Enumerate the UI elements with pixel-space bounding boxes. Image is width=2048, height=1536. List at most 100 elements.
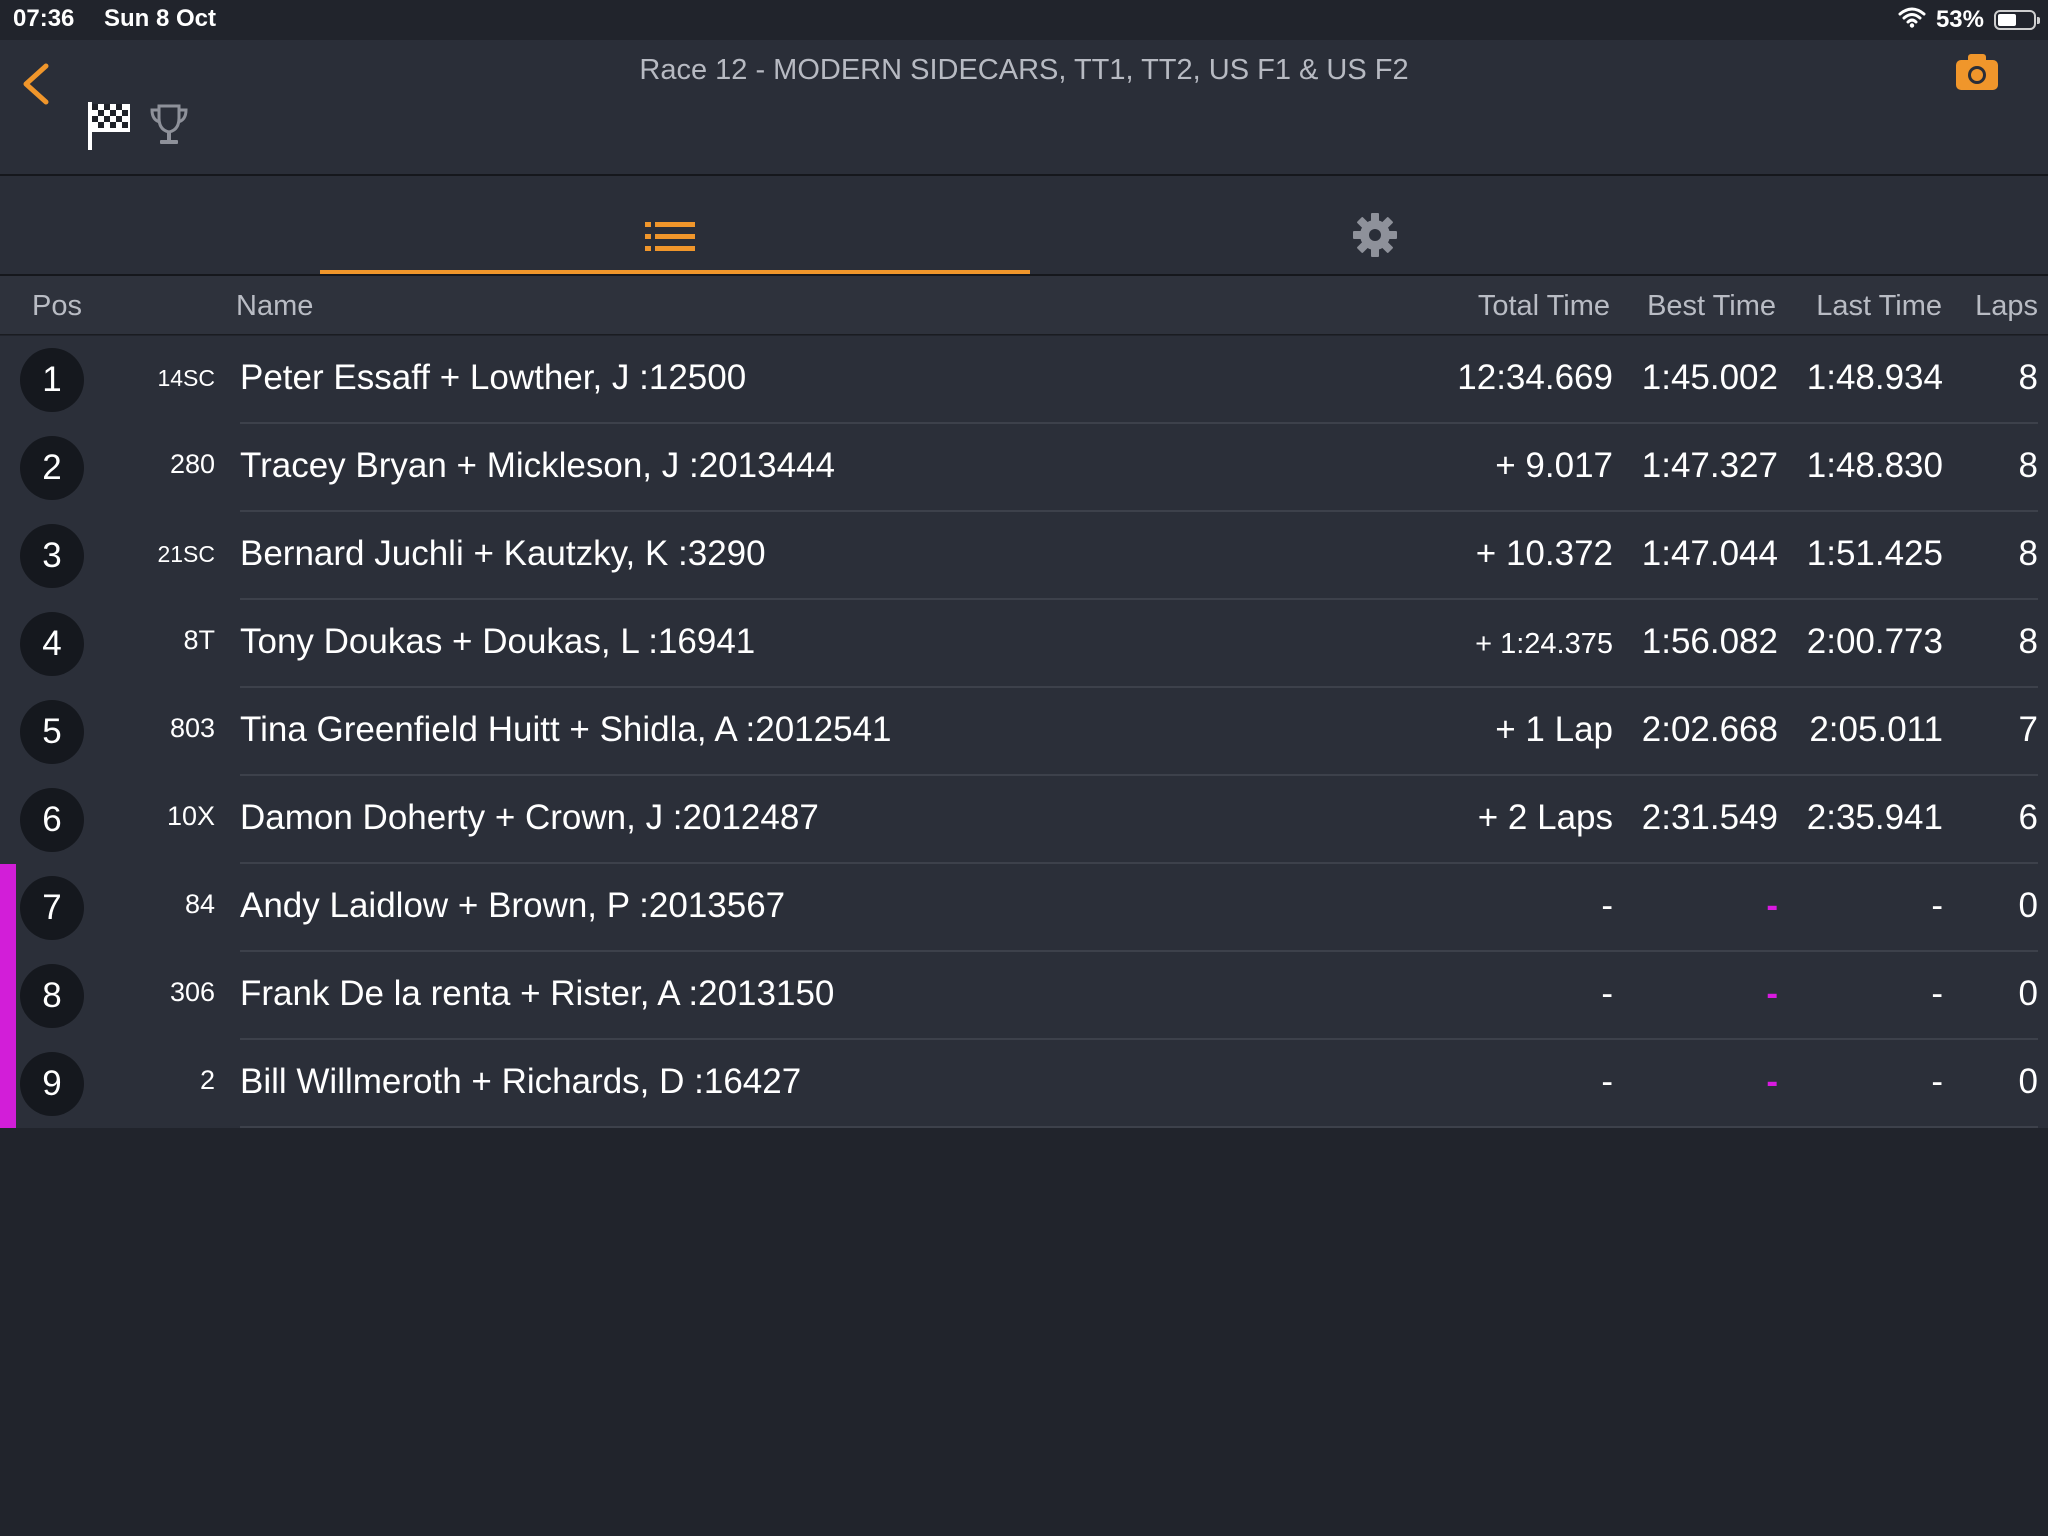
position-badge: 6 <box>20 788 84 852</box>
column-header-pos[interactable]: Pos <box>32 290 82 323</box>
total-time: - <box>1601 886 1613 925</box>
trophy-icon[interactable] <box>148 102 190 148</box>
best-time: 1:47.044 <box>1641 534 1778 573</box>
last-time: - <box>1931 1062 1943 1101</box>
active-tab-indicator <box>320 270 1030 274</box>
car-number: 21SC <box>157 541 215 567</box>
wifi-icon <box>1898 6 1926 35</box>
result-row[interactable]: 7 84 Andy Laidlow + Brown, P :2013567 - - - 0 <box>0 864 2048 952</box>
car-number: 803 <box>169 713 215 743</box>
row-divider <box>240 1126 2038 1128</box>
total-time: 12:34.669 <box>1457 358 1613 397</box>
status-indicators: 53% <box>1898 5 2040 35</box>
status-stripe <box>0 952 16 1040</box>
competitor-name: Bill Willmeroth + Richards, D :16427 <box>240 1062 802 1101</box>
best-time: 1:56.082 <box>1641 622 1778 661</box>
laps-count: 8 <box>2018 446 2038 485</box>
position-badge: 7 <box>20 876 84 940</box>
laps-count: 0 <box>2018 886 2038 925</box>
gear-icon <box>1353 213 1397 257</box>
best-time: - <box>1766 886 1778 925</box>
status-date: Sun 8 Oct <box>104 5 217 32</box>
total-time: + 1 Lap <box>1495 710 1613 749</box>
result-row[interactable]: 2 280 Tracey Bryan + Mickleson, J :2013444… <box>0 424 2048 512</box>
battery-percent: 53% <box>1935 6 1984 33</box>
laps-count: 0 <box>2018 974 2038 1013</box>
result-row[interactable]: 5 803 Tina Greenfield Huitt + Shidla, A :2… <box>0 688 2048 776</box>
car-number: 280 <box>169 449 215 479</box>
status-stripe <box>0 864 16 952</box>
tab-bar <box>0 176 2048 276</box>
best-time: - <box>1766 1062 1778 1101</box>
position-badge: 5 <box>20 700 84 764</box>
competitor-name: Peter Essaff + Lowther, J :12500 <box>240 358 747 397</box>
best-time: 2:02.668 <box>1641 710 1778 749</box>
status-stripe <box>0 1040 16 1128</box>
total-time: - <box>1601 974 1613 1013</box>
competitor-name: Frank De la renta + Rister, A :2013150 <box>240 974 835 1013</box>
competitor-name: Bernard Juchli + Kautzky, K :3290 <box>240 534 766 573</box>
competitor-name: Tony Doukas + Doukas, L :16941 <box>240 622 756 661</box>
total-time: + 10.372 <box>1475 534 1613 573</box>
last-time: - <box>1931 974 1943 1013</box>
laps-count: 8 <box>2018 358 2038 397</box>
last-time: 2:00.773 <box>1806 622 1943 661</box>
last-time: 1:48.934 <box>1806 358 1943 397</box>
laps-count: 6 <box>2018 798 2038 837</box>
result-row[interactable]: 1 14SC Peter Essaff + Lowther, J :12500 12:… <box>0 336 2048 424</box>
navigation-bar: Race 12 - MODERN SIDECARS, TT1, TT2, US … <box>0 40 2048 176</box>
laps-count: 7 <box>2018 710 2038 749</box>
car-number: 8T <box>183 625 215 655</box>
best-time: - <box>1766 974 1778 1013</box>
result-row[interactable]: 9 2 Bill Willmeroth + Richards, D :16427 - -… <box>0 1040 2048 1128</box>
tab-results-list[interactable] <box>320 176 1030 274</box>
battery-fill <box>1998 14 2016 26</box>
results-table: 1 14SC Peter Essaff + Lowther, J :12500 12:… <box>0 336 2048 1128</box>
last-time: 1:51.425 <box>1806 534 1943 573</box>
result-row[interactable]: 8 306 Frank De la renta + Rister, A :20131… <box>0 952 2048 1040</box>
camera-icon <box>1956 54 1998 90</box>
position-badge: 8 <box>20 964 84 1028</box>
total-time: + 2 Laps <box>1477 798 1613 837</box>
best-time: 2:31.549 <box>1641 798 1778 837</box>
last-time: 1:48.830 <box>1806 446 1943 485</box>
total-time: + 1:24.375 <box>1475 628 1613 660</box>
total-time: + 9.017 <box>1495 446 1613 485</box>
status-bar: 07:36 Sun 8 Oct 53% <box>0 0 2048 40</box>
competitor-name: Andy Laidlow + Brown, P :2013567 <box>240 886 786 925</box>
result-row[interactable]: 4 8T Tony Doukas + Doukas, L :16941 + 1:24.… <box>0 600 2048 688</box>
race-title: Race 12 - MODERN SIDECARS, TT1, TT2, US … <box>639 54 1409 86</box>
column-header-total-time[interactable]: Total Time <box>1478 290 1610 323</box>
checkered-flag-icon[interactable] <box>86 100 132 152</box>
tab-settings[interactable] <box>1024 176 1734 274</box>
column-header-best-time[interactable]: Best Time <box>1647 290 1776 323</box>
competitor-name: Tracey Bryan + Mickleson, J :2013444 <box>240 446 835 485</box>
status-time: 07:36 <box>13 5 75 32</box>
last-time: - <box>1931 886 1943 925</box>
car-number: 2 <box>199 1065 215 1095</box>
list-icon <box>645 222 695 251</box>
best-time: 1:45.002 <box>1641 358 1778 397</box>
car-number: 14SC <box>157 365 215 391</box>
result-row[interactable]: 3 21SC Bernard Juchli + Kautzky, K :3290 + … <box>0 512 2048 600</box>
column-header-name[interactable]: Name <box>236 290 313 323</box>
car-number: 84 <box>184 889 215 919</box>
total-time: - <box>1601 1062 1613 1101</box>
camera-button[interactable] <box>1954 52 2000 92</box>
last-time: 2:35.941 <box>1806 798 1943 837</box>
column-header-last-time[interactable]: Last Time <box>1816 290 1942 323</box>
position-badge: 9 <box>20 1052 84 1116</box>
car-number: 10X <box>166 801 215 831</box>
position-badge: 4 <box>20 612 84 676</box>
result-row[interactable]: 6 10X Damon Doherty + Crown, J :2012487 + 2… <box>0 776 2048 864</box>
position-badge: 3 <box>20 524 84 588</box>
laps-count: 8 <box>2018 622 2038 661</box>
laps-count: 8 <box>2018 534 2038 573</box>
competitor-name: Damon Doherty + Crown, J :2012487 <box>240 798 819 837</box>
best-time: 1:47.327 <box>1641 446 1778 485</box>
column-header-laps[interactable]: Laps <box>1975 290 2038 323</box>
competitor-name: Tina Greenfield Huitt + Shidla, A :20125… <box>240 710 892 749</box>
position-badge: 1 <box>20 348 84 412</box>
results-column-headers: Pos Name Total Time Best Time Last Time … <box>0 276 2048 335</box>
last-time: 2:05.011 <box>1809 710 1943 749</box>
